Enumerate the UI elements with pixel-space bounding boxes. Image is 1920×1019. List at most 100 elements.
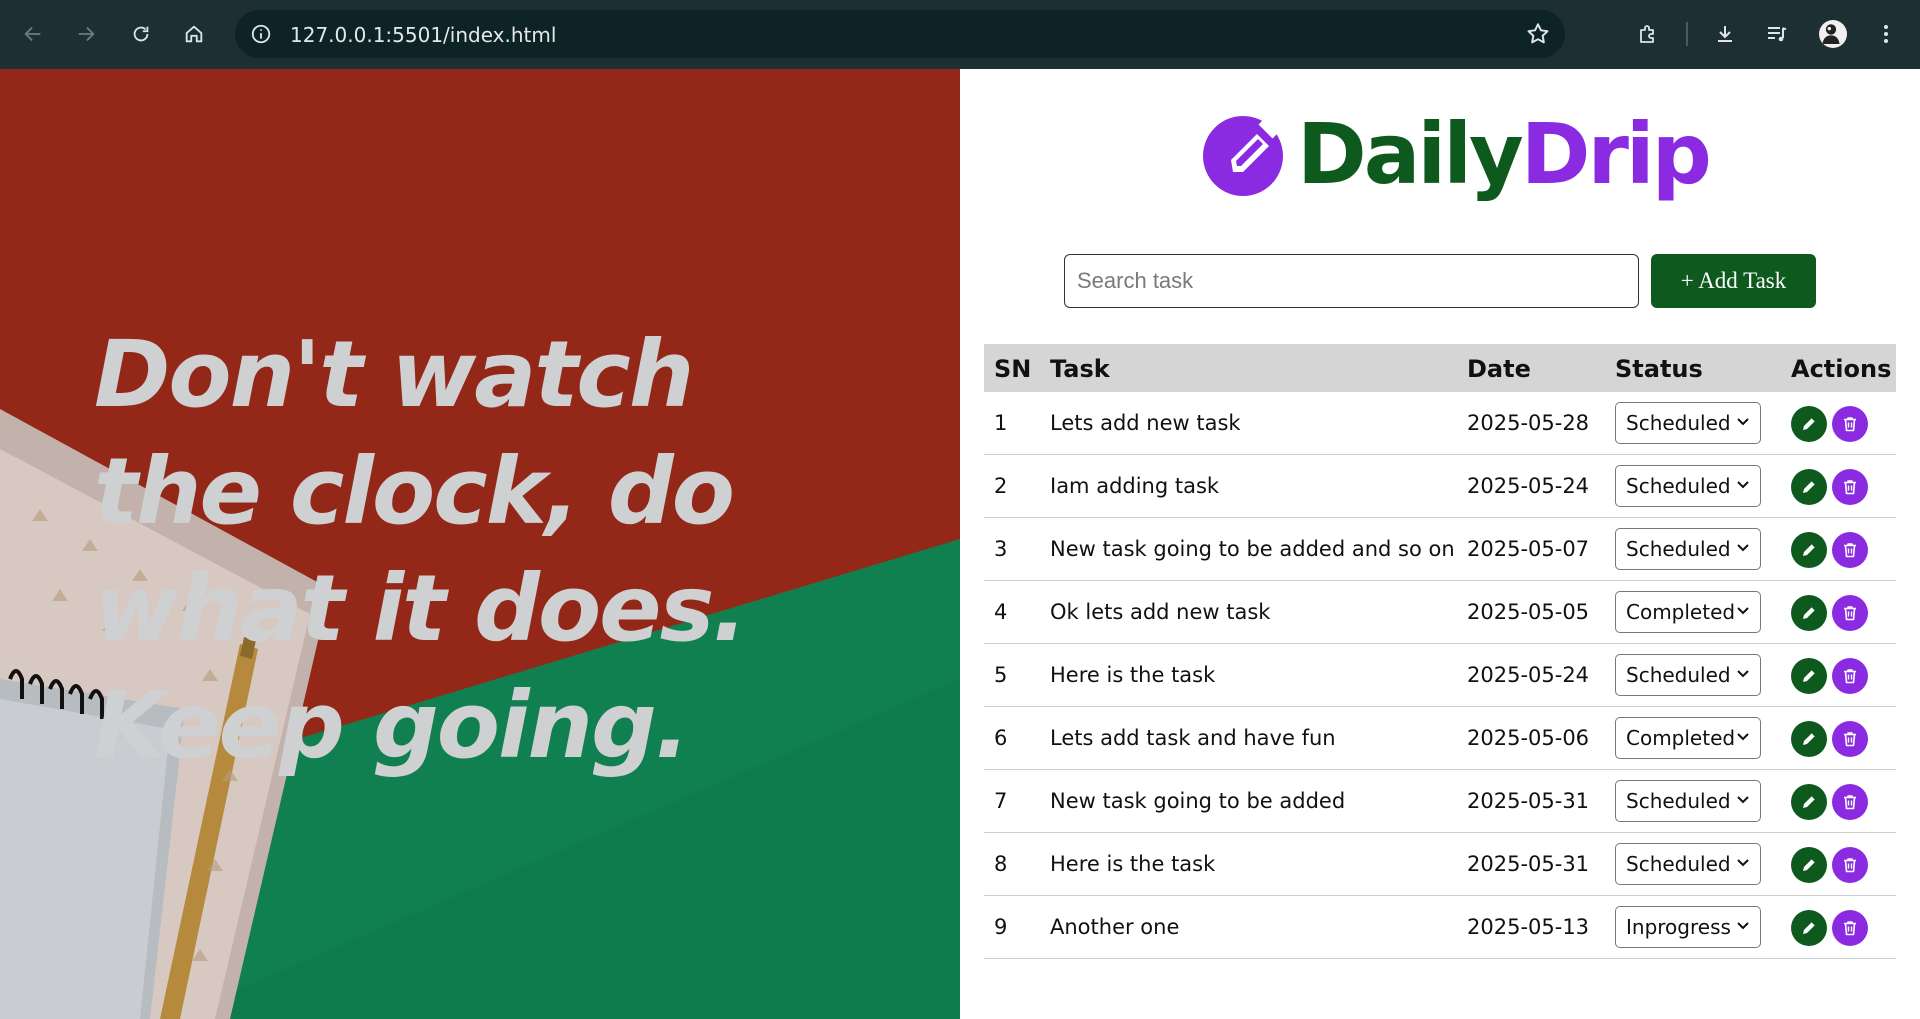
status-value: Completed: [1626, 600, 1736, 624]
row-date: 2025-05-28: [1467, 411, 1590, 435]
pencil-icon: [1803, 543, 1816, 556]
status-select[interactable]: Scheduled: [1615, 465, 1761, 507]
trash-icon: [1844, 669, 1856, 684]
row-task: Lets add new task: [1050, 411, 1241, 435]
chevron-down-icon: [1737, 922, 1749, 930]
status-select[interactable]: Scheduled: [1615, 654, 1761, 696]
status-select[interactable]: Completed: [1615, 591, 1761, 633]
status-value: Scheduled: [1626, 789, 1731, 813]
pencil-icon: [1803, 480, 1816, 493]
app-title: DailyDrip: [1297, 104, 1712, 204]
puzzle-icon: [1640, 25, 1654, 43]
row-sn: 2: [994, 474, 1008, 498]
row-date: 2025-05-07: [1467, 537, 1590, 561]
delete-task-button[interactable]: [1832, 532, 1868, 568]
pencil-icon: [1803, 606, 1816, 619]
row-sn: 9: [994, 915, 1008, 939]
home-button[interactable]: [174, 14, 214, 54]
edit-task-button[interactable]: [1791, 658, 1827, 694]
row-date: 2025-05-13: [1467, 915, 1590, 939]
extensions-button[interactable]: [1628, 14, 1668, 54]
address-bar[interactable]: 127.0.0.1:5501/index.html: [235, 10, 1565, 58]
site-info-icon[interactable]: [247, 20, 275, 48]
edit-task-button[interactable]: [1791, 847, 1827, 883]
status-select[interactable]: Scheduled: [1615, 843, 1761, 885]
chevron-down-icon: [1737, 418, 1749, 426]
header-date: Date: [1467, 355, 1531, 383]
status-select[interactable]: Scheduled: [1615, 528, 1761, 570]
media-queue-icon: [1768, 27, 1787, 42]
more-vertical-icon: [1884, 25, 1888, 43]
status-select[interactable]: Scheduled: [1615, 402, 1761, 444]
search-input[interactable]: [1064, 254, 1639, 308]
pencil-icon: [1803, 732, 1816, 745]
delete-task-button[interactable]: [1832, 595, 1868, 631]
forward-button[interactable]: [66, 14, 106, 54]
hero-quote: Don't watch the clock, do what it does. …: [94, 321, 747, 779]
status-value: Scheduled: [1626, 663, 1731, 687]
delete-task-button[interactable]: [1832, 658, 1868, 694]
toolbar-divider: [1686, 22, 1688, 46]
pencil-icon: [1803, 417, 1816, 430]
delete-task-button[interactable]: [1832, 721, 1868, 757]
row-task: New task going to be added and so on: [1050, 537, 1455, 561]
downloads-button[interactable]: [1705, 14, 1745, 54]
status-value: Scheduled: [1626, 474, 1731, 498]
table-header: SN Task Date Status Actions: [984, 344, 1896, 392]
row-date: 2025-05-24: [1467, 474, 1590, 498]
trash-icon: [1844, 543, 1856, 558]
table-row: 8 Here is the task 2025-05-31 Scheduled: [984, 833, 1896, 896]
row-task: Ok lets add new task: [1050, 600, 1271, 624]
app-logo: DailyDrip: [1203, 104, 1712, 204]
home-icon: [185, 25, 203, 43]
chevron-down-icon: [1737, 607, 1749, 615]
status-value: Completed: [1626, 726, 1736, 750]
delete-task-button[interactable]: [1832, 406, 1868, 442]
row-date: 2025-05-31: [1467, 852, 1590, 876]
page-content: Don't watch the clock, do what it does. …: [0, 69, 1920, 1019]
delete-task-button[interactable]: [1832, 847, 1868, 883]
arrow-left-icon: [24, 26, 41, 42]
trash-icon: [1844, 417, 1856, 432]
bookmark-star-icon[interactable]: [1525, 21, 1551, 47]
pencil-icon: [1803, 669, 1816, 682]
row-date: 2025-05-31: [1467, 789, 1590, 813]
trash-icon: [1844, 795, 1856, 810]
task-panel: DailyDrip + Add Task SN Task Date Status…: [960, 69, 1920, 1019]
edit-task-button[interactable]: [1791, 721, 1827, 757]
reload-icon: [133, 26, 149, 42]
row-date: 2025-05-05: [1467, 600, 1590, 624]
add-task-button[interactable]: + Add Task: [1651, 254, 1816, 308]
back-button[interactable]: [13, 14, 53, 54]
edit-task-button[interactable]: [1791, 595, 1827, 631]
row-date: 2025-05-06: [1467, 726, 1590, 750]
table-row: 1 Lets add new task 2025-05-28 Scheduled: [984, 392, 1896, 455]
edit-task-button[interactable]: [1791, 532, 1827, 568]
edit-task-button[interactable]: [1791, 406, 1827, 442]
delete-task-button[interactable]: [1832, 784, 1868, 820]
media-control-button[interactable]: [1757, 14, 1797, 54]
status-select[interactable]: Completed: [1615, 717, 1761, 759]
url-text[interactable]: 127.0.0.1:5501/index.html: [290, 23, 556, 47]
table-row: 2 Iam adding task 2025-05-24 Scheduled: [984, 455, 1896, 518]
table-row: 5 Here is the task 2025-05-24 Scheduled: [984, 644, 1896, 707]
edit-task-button[interactable]: [1791, 469, 1827, 505]
arrow-right-icon: [78, 26, 95, 42]
status-select[interactable]: Scheduled: [1615, 780, 1761, 822]
status-select[interactable]: Inprogress: [1615, 906, 1761, 948]
trash-icon: [1844, 858, 1856, 873]
row-task: Lets add task and have fun: [1050, 726, 1336, 750]
table-row: 9 Another one 2025-05-13 Inprogress: [984, 896, 1896, 959]
row-task: Here is the task: [1050, 663, 1216, 687]
trash-icon: [1844, 732, 1856, 747]
browser-menu-button[interactable]: [1866, 14, 1906, 54]
edit-task-button[interactable]: [1791, 910, 1827, 946]
row-sn: 5: [994, 663, 1008, 687]
edit-task-button[interactable]: [1791, 784, 1827, 820]
delete-task-button[interactable]: [1832, 469, 1868, 505]
reload-button[interactable]: [121, 14, 161, 54]
delete-task-button[interactable]: [1832, 910, 1868, 946]
profile-button[interactable]: [1813, 14, 1853, 54]
table-row: 6 Lets add task and have fun 2025-05-06 Com…: [984, 707, 1896, 770]
header-sn: SN: [994, 355, 1032, 383]
